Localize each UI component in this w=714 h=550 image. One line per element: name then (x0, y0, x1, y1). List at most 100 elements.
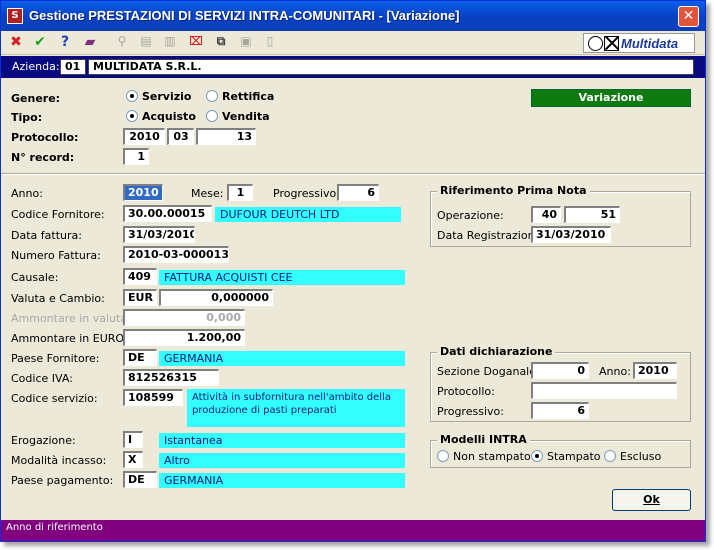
erogazione-label: Erogazione: (11, 434, 76, 447)
azienda-bar: Azienda: 01 MULTIDATA S.R.L. (1, 56, 705, 78)
paese-pagamento-label: Paese pagamento: (11, 474, 114, 487)
data-registrazione-label: Data Registrazione: (437, 229, 546, 242)
codice-servizio-desc: Attività in subfornitura nell'ambito del… (187, 389, 405, 427)
tipo-label: Tipo: (11, 111, 43, 124)
azienda-name-field: MULTIDATA S.R.L. (88, 59, 694, 75)
data-fattura-field[interactable]: 31/03/2010 (123, 226, 195, 243)
cambio-field[interactable]: 0,000000 (159, 289, 273, 306)
codice-servizio-label: Codice servizio: (11, 392, 98, 405)
azienda-code-field[interactable]: 01 (60, 59, 86, 75)
paese-fornitore-label: Paese Fornitore: (11, 352, 100, 365)
book-icon[interactable]: ▰ (81, 34, 99, 52)
app-icon: S (7, 8, 23, 24)
prima-nota-title: Riferimento Prima Nota (437, 184, 590, 197)
main-window: S Gestione PRESTAZIONI DI SERVIZI INTRA-… (0, 0, 706, 542)
status-bar: Anno di riferimento (1, 520, 705, 541)
radio-acquisto[interactable] (126, 110, 138, 122)
print-preview-icon[interactable]: ▥ (161, 34, 179, 52)
dichiarazione-anno-label: Anno: (599, 365, 631, 378)
radio-rettifica-label[interactable]: Rettifica (222, 90, 274, 103)
paese-fornitore-code-field[interactable]: DE (123, 349, 157, 366)
window-title: Gestione PRESTAZIONI DI SERVIZI INTRA-CO… (29, 8, 460, 23)
fornitore-label: Codice Fornitore: (11, 208, 105, 221)
multidata-logo: Multidata (583, 33, 695, 53)
dichiarazione-anno-field[interactable]: 2010 (633, 362, 677, 379)
help-icon[interactable]: ? (56, 34, 74, 52)
section-separator (1, 173, 705, 175)
close-button[interactable]: ✕ (678, 6, 699, 27)
progressivo-field[interactable]: 6 (337, 184, 379, 201)
dichiarazione-protocollo-field[interactable] (531, 382, 677, 399)
operazione-a-field[interactable]: 40 (531, 206, 561, 223)
ammontare-euro-label: Ammontare in EURO: (11, 332, 128, 345)
codice-iva-label: Codice IVA: (11, 372, 73, 385)
dichiarazione-progressivo-field[interactable]: 6 (531, 402, 589, 419)
binoculars-icon[interactable]: ⚲ (113, 34, 131, 52)
azienda-label: Azienda: (12, 60, 60, 73)
mode-badge: Variazione (531, 89, 691, 107)
radio-acquisto-label[interactable]: Acquisto (142, 110, 196, 123)
causale-label: Causale: (11, 271, 59, 284)
radio-non-stampato[interactable] (437, 450, 449, 462)
anno-label: Anno: (11, 187, 43, 200)
paese-pagamento-name: GERMANIA (159, 473, 405, 488)
radio-stampato-label[interactable]: Stampato (547, 450, 601, 463)
modalita-incasso-desc: Altro (159, 453, 405, 468)
causale-code-field[interactable]: 409 (123, 268, 157, 285)
sezione-doganale-field[interactable]: 0 (531, 362, 589, 379)
erogazione-code-field[interactable]: I (123, 431, 143, 448)
anno-field[interactable]: 2010 (123, 184, 163, 201)
title-bar[interactable]: S Gestione PRESTAZIONI DI SERVIZI INTRA-… (1, 1, 705, 31)
valuta-code-field[interactable]: EUR (123, 289, 157, 306)
protocollo-label: Protocollo: (11, 131, 79, 144)
logo-cross-icon (604, 36, 619, 51)
codice-servizio-field[interactable]: 108599 (123, 389, 183, 406)
record-field[interactable]: 1 (123, 148, 149, 165)
progressivo-label: Progressivo: (273, 187, 340, 200)
genere-label: Genere: (11, 92, 61, 105)
ok-button[interactable]: Ok (612, 489, 691, 511)
causale-desc: FATTURA ACQUISTI CEE (159, 270, 405, 285)
mese-field[interactable]: 1 (227, 184, 253, 201)
radio-servizio-label[interactable]: Servizio (142, 90, 191, 103)
copy-icon[interactable]: ⧉ (212, 34, 230, 52)
new-page-icon[interactable]: ▯ (261, 34, 279, 52)
fornitore-code-field[interactable]: 30.00.00015 (123, 205, 212, 222)
modalita-incasso-label: Modalità incasso: (11, 454, 107, 467)
radio-stampato[interactable] (531, 450, 543, 462)
delete-icon[interactable]: ✖ (7, 34, 25, 52)
mese-label: Mese: (191, 187, 224, 200)
ammontare-valuta-label: Ammontare in valuta: (11, 312, 131, 325)
dichiarazione-progressivo-label: Progressivo: (437, 405, 504, 418)
data-registrazione-field[interactable]: 31/03/2010 (531, 226, 611, 243)
sezione-doganale-label: Sezione Doganale: (437, 365, 540, 378)
ammontare-euro-field[interactable]: 1.200,00 (123, 329, 245, 346)
ammontare-valuta-field: 0,000 (123, 309, 245, 326)
operazione-b-field[interactable]: 51 (564, 206, 620, 223)
radio-vendita-label[interactable]: Vendita (222, 110, 270, 123)
paste-icon[interactable]: ▣ (237, 34, 255, 52)
data-fattura-label: Data fattura: (11, 229, 82, 242)
radio-servizio[interactable] (126, 90, 138, 102)
toolbar: ✖ ✔ ? ▰ ⚲ ▤ ▥ ⌧ ⧉ ▣ ▯ Multidata (1, 31, 705, 55)
paese-pagamento-code-field[interactable]: DE (123, 471, 157, 488)
protocollo-month-field[interactable]: 03 (167, 128, 194, 145)
modelli-intra-title: Modelli INTRA (437, 433, 530, 446)
confirm-icon[interactable]: ✔ (31, 34, 49, 52)
numero-fattura-field[interactable]: 2010-03-000013 (123, 246, 229, 263)
dichiarazione-title: Dati dichiarazione (437, 345, 556, 358)
radio-escluso[interactable] (604, 450, 616, 462)
modalita-incasso-code-field[interactable]: X (123, 451, 143, 468)
radio-non-stampato-label[interactable]: Non stampato (453, 450, 531, 463)
radio-escluso-label[interactable]: Escluso (620, 450, 661, 463)
erogazione-desc: Istantanea (159, 433, 405, 448)
valuta-label: Valuta e Cambio: (11, 292, 105, 305)
fornitore-name: DUFOUR DEUTCH LTD (215, 207, 401, 222)
radio-rettifica[interactable] (206, 90, 218, 102)
protocollo-number-field[interactable]: 13 (196, 128, 256, 145)
codice-iva-field[interactable]: 812526315 (123, 369, 219, 386)
print-icon[interactable]: ▤ (137, 34, 155, 52)
protocollo-year-field[interactable]: 2010 (123, 128, 165, 145)
radio-vendita[interactable] (206, 110, 218, 122)
delete-record-icon[interactable]: ⌧ (187, 34, 205, 52)
